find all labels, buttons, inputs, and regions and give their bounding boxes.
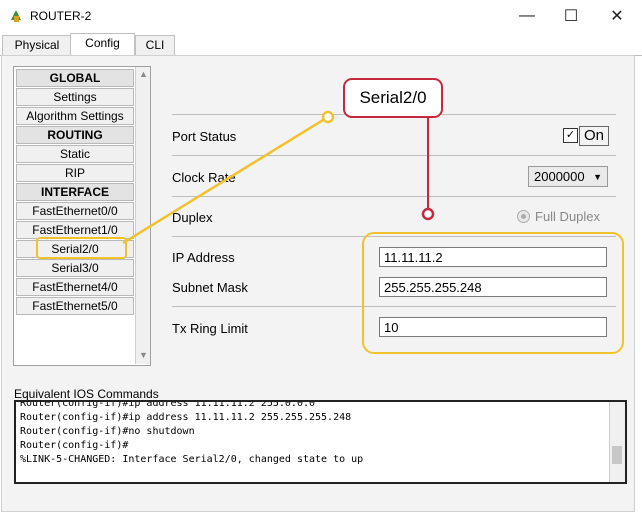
sidebar-item-fastethernet4-0[interactable]: FastEthernet4/0 [16,278,134,296]
sidebar-header-interface[interactable]: INTERFACE [16,183,134,201]
maximize-icon: ☐ [563,8,579,25]
console-line: Router(config-if)#ip address 11.11.11.2 … [20,400,316,409]
sidebar-item-static[interactable]: Static [16,145,134,163]
subnet-mask-label: Subnet Mask [172,280,248,295]
sidebar-item-fastethernet5-0[interactable]: FastEthernet5/0 [16,297,134,315]
close-icon: ✕ [610,8,624,25]
tx-ring-limit-label: Tx Ring Limit [172,321,248,336]
clock-rate-select[interactable]: 2000000 ▼ [528,166,608,187]
ip-fields-highlight-box [362,232,624,354]
ip-address-label: IP Address [172,250,235,265]
sidebar-item-settings[interactable]: Settings [16,88,134,106]
separator [172,155,616,156]
port-status-on-label[interactable]: On [579,126,609,146]
console-line: Router(config-if)#no shutdown [20,426,195,437]
tab-bar: Physical Config CLI [0,33,642,56]
tab-cli[interactable]: CLI [135,35,175,55]
console-scroll-thumb[interactable] [612,446,622,464]
tab-physical[interactable]: Physical [2,35,72,55]
console-line: Router(config-if)# [20,440,129,451]
minimize-button[interactable]: — [505,2,549,30]
sidebar: GLOBAL Settings Algorithm Settings ROUTI… [13,66,151,366]
full-duplex-label: Full Duplex [535,209,601,224]
console-line: Router(config-if)#ip address 11.11.11.2 … [20,412,352,423]
checkmark-icon: ✓ [565,129,576,141]
router-app-icon [11,10,21,22]
port-status-checkbox[interactable]: ✓ [563,128,578,143]
close-button[interactable]: ✕ [595,2,639,30]
duplex-label: Duplex [172,210,213,225]
tab-config[interactable]: Config [70,33,135,56]
port-status-label: Port Status [172,129,237,144]
sidebar-item-fastethernet0-0[interactable]: FastEthernet0/0 [16,202,134,220]
scroll-down-icon[interactable]: ▼ [139,350,148,360]
window-title: ROUTER-2 [30,9,92,23]
top-edge [0,0,642,6]
sidebar-header-global[interactable]: GLOBAL [16,69,134,87]
console-line: %LINK-5-CHANGED: Interface Serial2/0, ch… [20,454,364,465]
sidebar-item-serial3-0[interactable]: Serial3/0 [16,259,134,277]
sidebar-item-rip[interactable]: RIP [16,164,134,182]
maximize-button[interactable]: ☐ [549,2,593,30]
clock-rate-value: 2000000 [534,169,585,184]
scroll-up-icon[interactable]: ▲ [139,69,148,79]
serial-callout: Serial2/0 [343,78,443,118]
sidebar-scrollbar[interactable]: ▲ ▼ [135,67,150,364]
console-scrollbar[interactable] [609,402,625,482]
minimize-icon: — [519,7,535,24]
serial-highlight-box [36,237,127,259]
sidebar-header-routing[interactable]: ROUTING [16,126,134,144]
chevron-down-icon: ▼ [593,172,602,182]
ios-console[interactable]: Router(config-if)#ip address 11.11.11.2 … [14,400,627,484]
ios-commands-label: Equivalent IOS Commands [14,387,159,401]
clock-rate-label: Clock Rate [172,170,236,185]
separator [172,196,616,197]
full-duplex-radio[interactable] [517,210,530,223]
sidebar-item-algorithm-settings[interactable]: Algorithm Settings [16,107,134,125]
